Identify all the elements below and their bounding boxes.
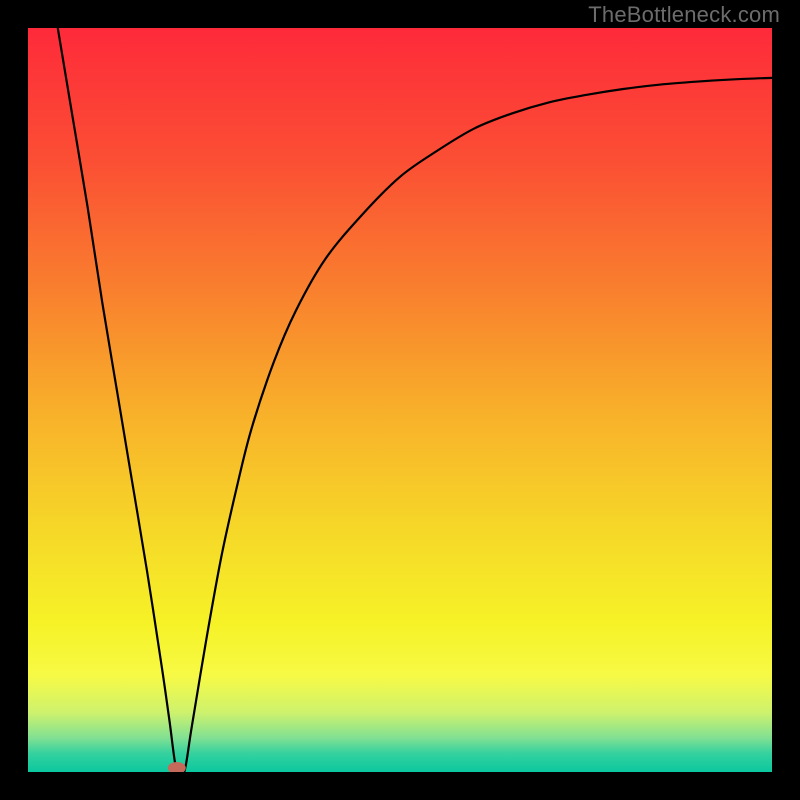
gradient-background xyxy=(28,28,772,772)
chart-frame: TheBottleneck.com xyxy=(0,0,800,800)
bottleneck-chart xyxy=(28,28,772,772)
watermark-text: TheBottleneck.com xyxy=(588,2,780,28)
